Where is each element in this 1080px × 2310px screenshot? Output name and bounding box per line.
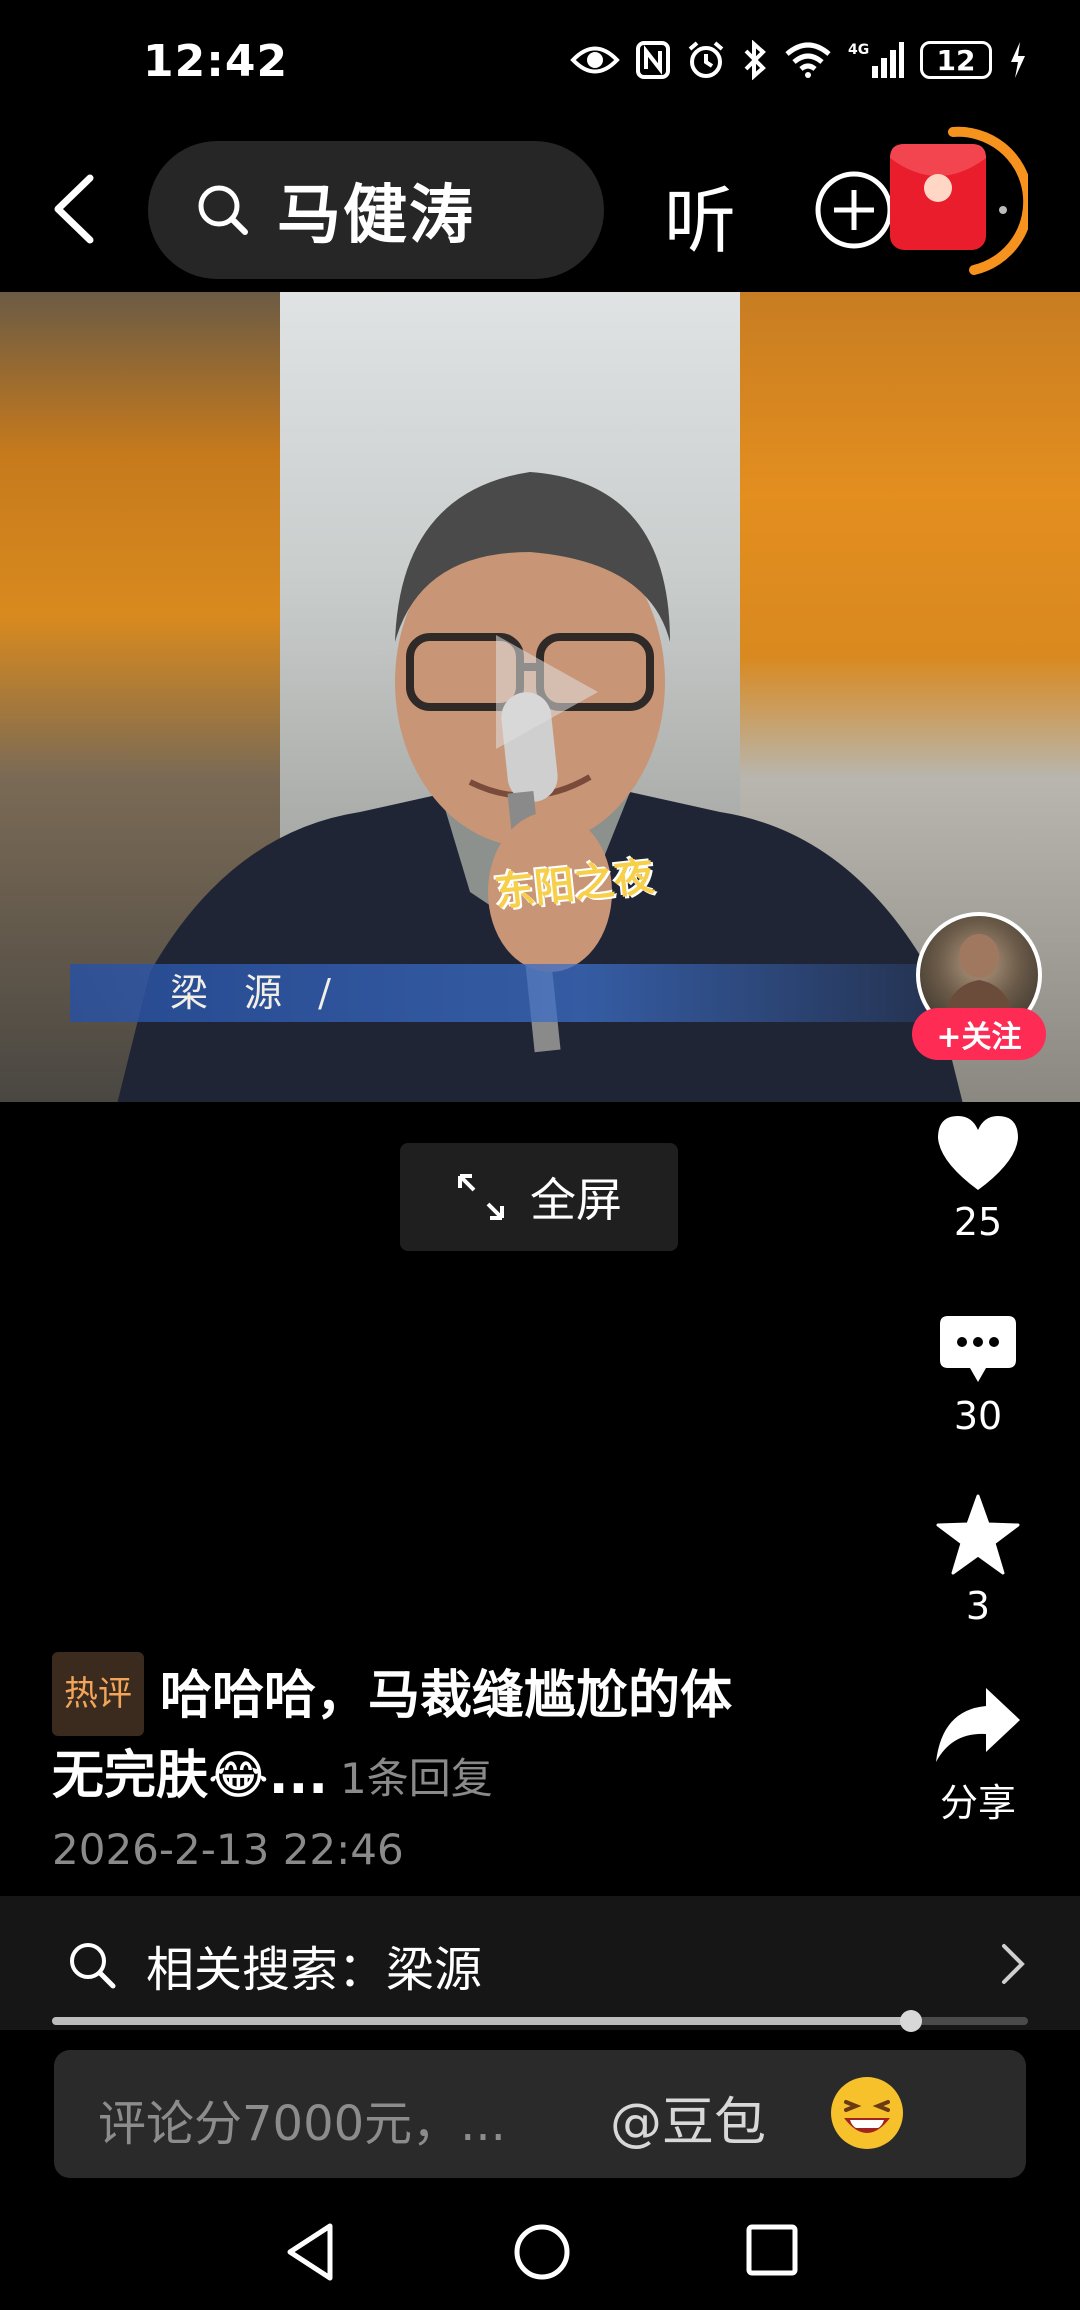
progress-handle[interactable]: [899, 2010, 922, 2032]
signal-4g-icon: 4G: [848, 42, 904, 78]
follow-button[interactable]: +关注: [912, 1008, 1046, 1060]
charging-icon: [1011, 42, 1025, 78]
fullscreen-button[interactable]: 全屏: [400, 1143, 678, 1251]
chevron-right-icon: [1002, 1944, 1025, 1984]
bluetooth-icon: [744, 40, 766, 80]
nav-back-icon[interactable]: [284, 2222, 336, 2282]
share-button[interactable]: 分享: [920, 1686, 1036, 1827]
status-time: 12:42: [143, 36, 289, 87]
search-query: 马健涛: [277, 179, 475, 253]
nav-recents-icon[interactable]: [744, 2222, 800, 2278]
system-nav-bar: [0, 2196, 1080, 2310]
top-nav: 马健涛 听: [0, 126, 1080, 292]
lower-third-banner: 梁 源 /: [70, 964, 930, 1022]
star-icon: [936, 1494, 1020, 1575]
play-icon[interactable]: [486, 627, 606, 757]
comment-input[interactable]: 评论分7000元，... @豆包: [54, 2050, 1026, 2178]
search-bar[interactable]: 马健涛: [148, 141, 604, 279]
comment-icon: [940, 1316, 1016, 1382]
related-search-content: 相关搜索：梁源: [66, 1930, 482, 2000]
emoji-icon[interactable]: [828, 2074, 906, 2152]
lower-third-name: 梁 源 /: [170, 971, 343, 1015]
related-search-label: 相关搜索：梁源: [146, 1942, 483, 1998]
comment-placeholder: 评论分7000元，...: [98, 2096, 506, 2152]
related-search-bar[interactable]: 相关搜索：梁源: [0, 1896, 1080, 2030]
battery-icon: 12: [920, 41, 992, 79]
listen-button[interactable]: 听: [664, 162, 736, 267]
red-packet-icon[interactable]: [878, 114, 1028, 290]
comment-count: 30: [953, 1394, 1003, 1438]
reply-count-link[interactable]: 1条回复: [340, 1754, 493, 1803]
hot-comment-date: 2026-2-13 22:46: [52, 1825, 404, 1874]
hot-comment-text-line2: 无完肤😂...: [52, 1746, 329, 1806]
share-label: 分享: [939, 1781, 1016, 1825]
comment-button[interactable]: 30: [920, 1314, 1036, 1438]
back-icon[interactable]: [32, 164, 122, 254]
hot-comment[interactable]: 热评 哈哈哈，马裁缝尴尬的体 无完肤😂... 1条回复 2026-2-13 22:4…: [52, 1652, 872, 1874]
search-icon: [70, 1943, 116, 1989]
mention-button[interactable]: @豆包: [610, 2080, 766, 2155]
heart-icon: [938, 1116, 1018, 1190]
search-icon: [198, 185, 248, 235]
nfc-icon: [636, 41, 670, 79]
wifi-icon: [785, 42, 831, 78]
like-count: 25: [953, 1200, 1003, 1244]
creator: +关注: [912, 912, 1046, 1062]
like-button[interactable]: 25: [920, 1114, 1036, 1244]
favorite-button[interactable]: 3: [920, 1494, 1036, 1628]
progress-fill: [52, 2017, 911, 2025]
hot-comment-badge: 热评: [52, 1652, 144, 1736]
alarm-icon: [688, 41, 724, 78]
svg-text:4G: 4G: [848, 42, 869, 58]
share-icon: [936, 1688, 1020, 1762]
hot-comment-line2: 无完肤😂... 1条回复: [52, 1736, 872, 1819]
status-bar: 12:42 4G 12: [0, 0, 1080, 128]
nav-home-icon[interactable]: [512, 2222, 572, 2282]
fullscreen-label: 全屏: [530, 1173, 622, 1227]
playback-progress[interactable]: [52, 2010, 1028, 2032]
eye-icon: [570, 46, 620, 74]
expand-icon: [458, 1174, 504, 1220]
hot-comment-line1: 热评 哈哈哈，马裁缝尴尬的体: [52, 1652, 872, 1736]
status-icons: 4G 12: [570, 40, 1028, 80]
favorite-count: 3: [965, 1584, 991, 1628]
hot-comment-text-line1: 哈哈哈，马裁缝尴尬的体: [160, 1666, 733, 1726]
